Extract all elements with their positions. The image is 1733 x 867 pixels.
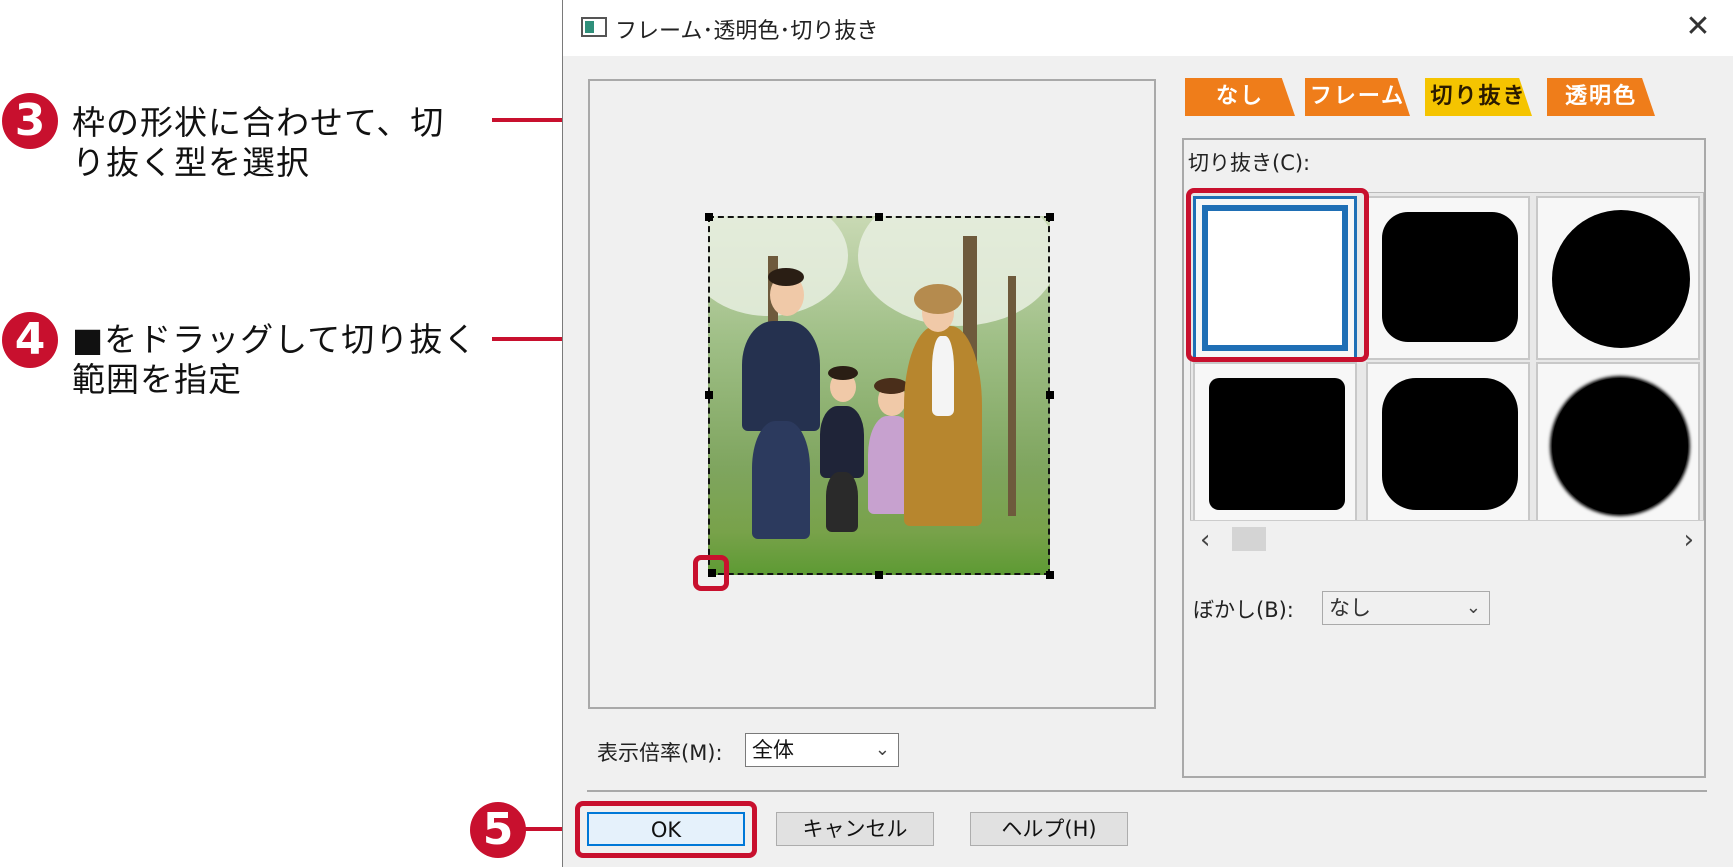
blur-select-value: なし <box>1329 596 1371 620</box>
crop-handle-top-left[interactable] <box>705 213 713 221</box>
crop-handle-top-right[interactable] <box>1046 213 1054 221</box>
crop-shape-label: 切り抜き(C): <box>1188 151 1311 175</box>
crop-handle-bottom[interactable] <box>875 571 883 579</box>
step5-highlight <box>575 801 757 858</box>
close-button[interactable]: ✕ <box>1681 10 1715 44</box>
chevron-down-icon: ⌄ <box>1465 597 1481 618</box>
step3-highlight <box>1186 188 1369 362</box>
cancel-button[interactable]: キャンセル <box>776 812 934 846</box>
footer-separator <box>587 790 1707 792</box>
help-button[interactable]: ヘルプ(H) <box>970 812 1128 846</box>
step4-note-line1: ■をドラッグして切り抜く <box>72 320 478 359</box>
step5-badge: 5 <box>470 802 526 858</box>
tab-frame[interactable]: フレーム <box>1305 78 1410 116</box>
step4-highlight <box>693 555 729 591</box>
gallery-scrollbar[interactable]: ‹ › <box>1190 520 1704 556</box>
crop-shape-soft-circle[interactable] <box>1536 362 1700 526</box>
title-bar: フレーム･透明色･切り抜き ✕ <box>563 0 1733 56</box>
tab-transparent-color[interactable]: 透明色 <box>1547 78 1655 116</box>
crop-handle-left[interactable] <box>705 391 713 399</box>
crop-shape-square[interactable] <box>1193 362 1357 526</box>
step3-badge: 3 <box>2 93 58 149</box>
dialog-title: フレーム･透明色･切り抜き <box>615 19 879 44</box>
scroll-thumb[interactable] <box>1232 527 1266 551</box>
crop-shape-circle[interactable] <box>1536 196 1700 360</box>
blur-label: ぼかし(B): <box>1193 598 1294 622</box>
step3-note: 枠の形状に合わせて、切 り抜く型を選択 <box>72 103 444 183</box>
crop-frame[interactable] <box>708 216 1050 575</box>
step3-note-line1: 枠の形状に合わせて、切 <box>72 103 445 142</box>
zoom-label: 表示倍率(M): <box>597 741 723 765</box>
scroll-left-icon[interactable]: ‹ <box>1200 525 1210 555</box>
step4-note: ■をドラッグして切り抜く 範囲を指定 <box>72 320 477 400</box>
zoom-select-value: 全体 <box>752 738 794 762</box>
crop-shape-rounded-square-large[interactable] <box>1366 362 1530 526</box>
tab-crop[interactable]: 切り抜き <box>1425 78 1532 116</box>
chevron-down-icon: ⌄ <box>874 739 890 760</box>
crop-handle-top[interactable] <box>875 213 883 221</box>
crop-shape-rounded-square[interactable] <box>1366 196 1530 360</box>
step3-note-line2: り抜く型を選択 <box>72 143 310 182</box>
zoom-select[interactable]: 全体 ⌄ <box>745 733 899 767</box>
crop-handle-bottom-right[interactable] <box>1046 571 1054 579</box>
crop-handle-right[interactable] <box>1046 391 1054 399</box>
scroll-right-icon[interactable]: › <box>1684 525 1694 555</box>
app-icon <box>581 17 607 37</box>
step4-badge: 4 <box>2 312 58 368</box>
step4-note-line2: 範囲を指定 <box>72 360 242 399</box>
tab-none[interactable]: なし <box>1185 78 1295 116</box>
blur-select[interactable]: なし ⌄ <box>1322 591 1490 625</box>
